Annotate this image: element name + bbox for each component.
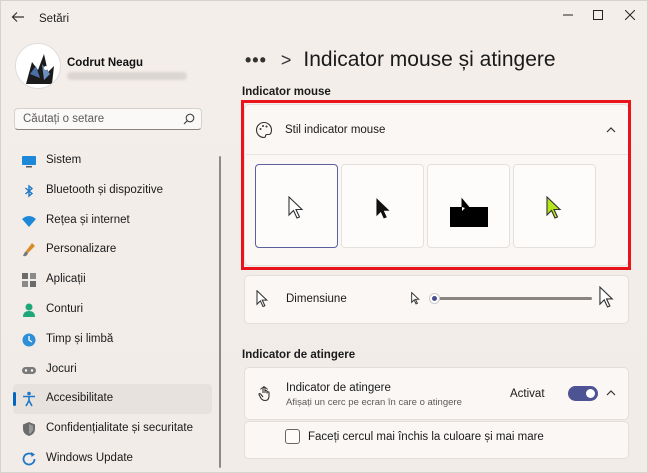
- sidebar-item-label: Conturi: [46, 302, 84, 315]
- sidebar-item-conturi[interactable]: Conturi: [13, 295, 212, 325]
- monitor-icon: [21, 153, 37, 169]
- sidebar-item-personalizare[interactable]: Personalizare: [13, 235, 212, 265]
- sidebar-item-label: Timp și limbă: [46, 332, 114, 345]
- sidebar-item-jocuri[interactable]: Jocuri: [13, 355, 212, 385]
- active-indicator: [13, 392, 16, 407]
- brush-icon: [21, 242, 37, 258]
- sidebar-item-bluetooth[interactable]: Bluetooth și dispozitive: [13, 176, 212, 206]
- settings-window: Setări Codrut Neagu Căutați o setare Sis…: [0, 0, 648, 473]
- sidebar-item-label: Windows Update: [46, 451, 133, 464]
- avatar: [15, 43, 61, 89]
- title-bar: Setări: [1, 1, 647, 33]
- darker-larger-circle-label: Faceți cercul mai închis la culoare și m…: [308, 431, 544, 443]
- breadcrumb-overflow-button[interactable]: •••: [245, 50, 267, 71]
- darker-larger-circle-checkbox[interactable]: [285, 429, 300, 444]
- sidebar-item-confidentialitate[interactable]: Confidențialitate și securitate: [13, 414, 212, 444]
- sidebar-item-retea[interactable]: Rețea și internet: [13, 206, 212, 236]
- highlight-annotation-frame: [241, 100, 631, 270]
- search-placeholder: Căutați o setare: [23, 113, 105, 125]
- sidebar-item-accesibilitate[interactable]: Accesibilitate: [13, 384, 212, 415]
- touch-indicator-description: Afișați un cerc pe ecran în care o ating…: [286, 397, 462, 408]
- sidebar-item-label: Confidențialitate și securitate: [46, 422, 194, 435]
- pointer-size-label: Dimensiune: [286, 293, 347, 305]
- close-icon[interactable]: [620, 8, 640, 22]
- pointer-size-icon: [256, 289, 274, 308]
- accessibility-icon: [21, 391, 37, 407]
- app-title: Setări: [39, 13, 70, 25]
- toggle-state-label: Activat: [510, 388, 545, 400]
- shield-icon: [21, 421, 37, 437]
- update-icon: [21, 451, 37, 467]
- back-arrow-icon[interactable]: [11, 10, 27, 26]
- sidebar-item-label: Jocuri: [46, 362, 77, 375]
- touch-indicator-toggle[interactable]: [568, 386, 598, 401]
- large-pointer-icon: [599, 285, 616, 312]
- wifi-icon: [21, 213, 37, 229]
- sidebar-item-label: Personalizare: [46, 243, 117, 256]
- sidebar-item-timp[interactable]: Timp și limbă: [13, 325, 212, 355]
- bluetooth-icon: [21, 183, 37, 199]
- user-email-blurred: [67, 72, 187, 80]
- section-heading-touch: Indicator de atingere: [242, 349, 356, 361]
- breadcrumb: ••• > Indicator mouse și atingere: [245, 45, 556, 75]
- page-title: Indicator mouse și atingere: [303, 48, 556, 71]
- minimize-icon[interactable]: [558, 8, 578, 22]
- section-heading-mouse: Indicator mouse: [242, 86, 331, 98]
- sidebar-nav: Sistem Bluetooth și dispozitive Rețea și…: [13, 146, 213, 473]
- search-input[interactable]: Căutați o setare: [14, 108, 202, 130]
- pointer-size-slider-thumb[interactable]: [429, 293, 440, 304]
- gamepad-icon: [21, 362, 37, 378]
- maximize-icon[interactable]: [588, 8, 608, 22]
- sidebar-item-label: Sistem: [46, 154, 82, 166]
- chevron-up-icon[interactable]: [605, 387, 617, 399]
- user-name: Codrut Neagu: [67, 57, 144, 69]
- apps-icon: [21, 272, 37, 288]
- small-pointer-icon: [411, 291, 421, 308]
- touch-indicator-label: Indicator de atingere: [286, 382, 391, 394]
- breadcrumb-separator: >: [280, 49, 292, 70]
- sidebar-item-aplicatii[interactable]: Aplicații: [13, 265, 212, 295]
- touch-hand-icon: [256, 385, 274, 403]
- sidebar-item-sistem[interactable]: Sistem: [13, 146, 212, 176]
- sidebar-item-label: Bluetooth și dispozitive: [46, 183, 163, 196]
- search-icon[interactable]: [183, 113, 195, 125]
- pointer-size-slider-track[interactable]: [434, 297, 592, 300]
- sidebar-item-label: Rețea și internet: [46, 213, 130, 226]
- sidebar-item-windows-update[interactable]: Windows Update: [13, 444, 212, 473]
- sidebar-item-label: Accesibilitate: [46, 392, 114, 405]
- sidebar-scrollbar[interactable]: [219, 156, 221, 468]
- clock-globe-icon: [21, 332, 37, 348]
- sidebar-item-label: Aplicații: [46, 273, 86, 286]
- person-icon: [21, 302, 37, 318]
